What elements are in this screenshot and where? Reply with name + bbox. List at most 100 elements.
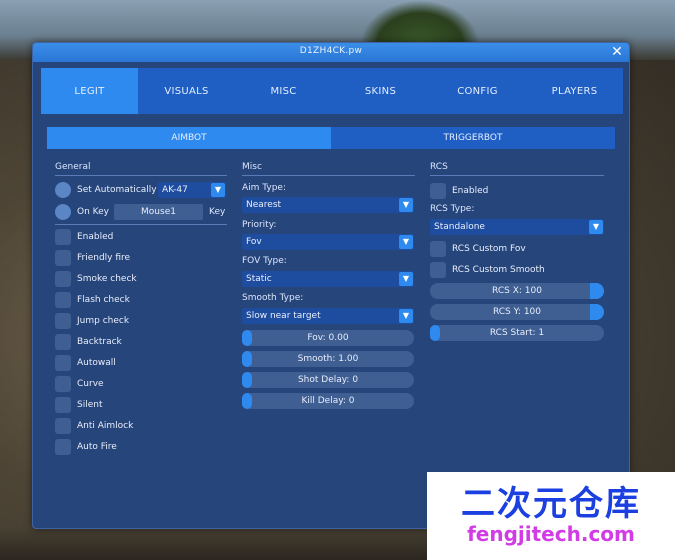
backtrack-checkbox[interactable] <box>55 334 71 350</box>
enabled-checkbox[interactable] <box>55 229 71 245</box>
smooth-slider[interactable]: Smooth: 1.00 <box>242 351 414 367</box>
rcs-enabled-row: Enabled <box>430 182 488 200</box>
background-plant <box>360 0 480 45</box>
key-label: Key <box>209 207 226 217</box>
smooth-type-dropdown[interactable]: Slow near target ▼ <box>242 308 414 324</box>
curve-label: Curve <box>77 379 104 389</box>
checkbox-silent: Silent <box>55 396 102 414</box>
subtab-triggerbot[interactable]: TRIGGERBOT <box>331 127 615 149</box>
chevron-down-icon: ▼ <box>399 272 413 286</box>
jump-check-label: Jump check <box>77 316 130 326</box>
flash-check-checkbox[interactable] <box>55 292 71 308</box>
rcs-custom-fov-row: RCS Custom Fov <box>430 240 526 258</box>
anti-aimlock-checkbox[interactable] <box>55 418 71 434</box>
tab-config[interactable]: CONFIG <box>429 68 526 114</box>
rcs-start-slider[interactable]: RCS Start: 1 <box>430 325 604 341</box>
curve-checkbox[interactable] <box>55 376 71 392</box>
silent-checkbox[interactable] <box>55 397 71 413</box>
title-bar[interactable]: D1ZH4CK.pw ✕ <box>33 43 629 62</box>
close-icon[interactable]: ✕ <box>609 44 625 60</box>
checkbox-auto-fire: Auto Fire <box>55 438 117 456</box>
cheat-menu-window: D1ZH4CK.pw ✕ LEGIT VISUALS MISC SKINS CO… <box>32 42 630 529</box>
weapon-dropdown[interactable]: AK-47 ▼ <box>158 182 226 198</box>
tab-players[interactable]: PLAYERS <box>526 68 623 114</box>
fov-type-dropdown[interactable]: Static ▼ <box>242 271 414 287</box>
kill-delay-slider[interactable]: Kill Delay: 0 <box>242 393 414 409</box>
chevron-down-icon: ▼ <box>399 309 413 323</box>
auto-fire-label: Auto Fire <box>77 442 117 452</box>
smooth-slider-text: Smooth: 1.00 <box>297 354 359 364</box>
set-automatically-toggle[interactable] <box>55 182 71 198</box>
on-key-label: On Key <box>77 207 109 217</box>
jump-check-checkbox[interactable] <box>55 313 71 329</box>
rcs-custom-smooth-checkbox[interactable] <box>430 262 446 278</box>
friendly-fire-checkbox[interactable] <box>55 250 71 266</box>
rcs-custom-smooth-row: RCS Custom Smooth <box>430 261 545 279</box>
rcs-type-value: Standalone <box>434 222 485 232</box>
kill-delay-slider-text: Kill Delay: 0 <box>301 396 355 406</box>
smooth-type-label: Smooth Type: <box>242 293 304 303</box>
sub-tab-bar: AIMBOT TRIGGERBOT <box>47 127 615 149</box>
general-title: General <box>55 162 227 176</box>
rcs-x-slider[interactable]: RCS X: 100 <box>430 283 604 299</box>
friendly-fire-label: Friendly fire <box>77 253 131 263</box>
autowall-checkbox[interactable] <box>55 355 71 371</box>
rcs-custom-fov-label: RCS Custom Fov <box>452 244 526 254</box>
rcs-custom-fov-checkbox[interactable] <box>430 241 446 257</box>
aim-type-dropdown[interactable]: Nearest ▼ <box>242 197 414 213</box>
smoke-check-checkbox[interactable] <box>55 271 71 287</box>
fov-slider[interactable]: Fov: 0.00 <box>242 330 414 346</box>
enabled-label: Enabled <box>77 232 114 242</box>
priority-label: Priority: <box>242 220 277 230</box>
flash-check-label: Flash check <box>77 295 130 305</box>
set-automatically-label: Set Automatically <box>77 185 157 195</box>
rcs-start-slider-text: RCS Start: 1 <box>489 328 545 338</box>
on-key-row: On Key <box>55 203 109 221</box>
weapon-value: AK-47 <box>162 185 188 195</box>
smoke-check-label: Smoke check <box>77 274 137 284</box>
checkbox-curve: Curve <box>55 375 104 393</box>
checkbox-smoke-check: Smoke check <box>55 270 137 288</box>
anti-aimlock-label: Anti Aimlock <box>77 421 134 431</box>
misc-section: Misc <box>242 162 415 176</box>
priority-value: Fov <box>246 237 262 247</box>
tab-skins[interactable]: SKINS <box>332 68 429 114</box>
checkbox-autowall: Autowall <box>55 354 116 372</box>
autowall-label: Autowall <box>77 358 116 368</box>
watermark-overlay: 二次元仓库 fengjitech.com <box>427 472 675 560</box>
watermark-en-text: fengjitech.com <box>467 522 635 546</box>
shot-delay-slider-text: Shot Delay: 0 <box>297 375 359 385</box>
rcs-type-label: RCS Type: <box>430 204 475 214</box>
rcs-section: RCS <box>430 162 604 176</box>
checkbox-friendly-fire: Friendly fire <box>55 249 130 267</box>
watermark-cn-text: 二次元仓库 <box>461 484 641 524</box>
checkbox-anti-aimlock: Anti Aimlock <box>55 417 133 435</box>
rcs-y-slider-text: RCS Y: 100 <box>492 307 542 317</box>
priority-dropdown[interactable]: Fov ▼ <box>242 234 414 250</box>
tab-misc[interactable]: MISC <box>235 68 332 114</box>
misc-title: Misc <box>242 162 415 176</box>
fov-slider-text: Fov: 0.00 <box>307 333 349 343</box>
auto-fire-checkbox[interactable] <box>55 439 71 455</box>
chevron-down-icon: ▼ <box>399 198 413 212</box>
on-key-toggle[interactable] <box>55 204 71 220</box>
rcs-enabled-checkbox[interactable] <box>430 183 446 199</box>
key-bind-button[interactable]: Mouse1 <box>114 204 203 220</box>
silent-label: Silent <box>77 400 103 410</box>
window-title: D1ZH4CK.pw <box>299 46 363 56</box>
main-tab-bar: LEGIT VISUALS MISC SKINS CONFIG PLAYERS <box>41 68 623 114</box>
checkbox-flash-check: Flash check <box>55 291 130 309</box>
rcs-enabled-label: Enabled <box>452 186 489 196</box>
backtrack-label: Backtrack <box>77 337 122 347</box>
checkbox-jump-check: Jump check <box>55 312 129 330</box>
tab-visuals[interactable]: VISUALS <box>138 68 235 114</box>
chevron-down-icon: ▼ <box>589 220 603 234</box>
rcs-type-dropdown[interactable]: Standalone ▼ <box>430 219 604 235</box>
subtab-aimbot[interactable]: AIMBOT <box>47 127 331 149</box>
checkbox-backtrack: Backtrack <box>55 333 122 351</box>
shot-delay-slider[interactable]: Shot Delay: 0 <box>242 372 414 388</box>
chevron-down-icon: ▼ <box>211 183 225 197</box>
tab-legit[interactable]: LEGIT <box>41 68 138 114</box>
set-automatically-row: Set Automatically <box>55 181 157 199</box>
rcs-y-slider[interactable]: RCS Y: 100 <box>430 304 604 320</box>
